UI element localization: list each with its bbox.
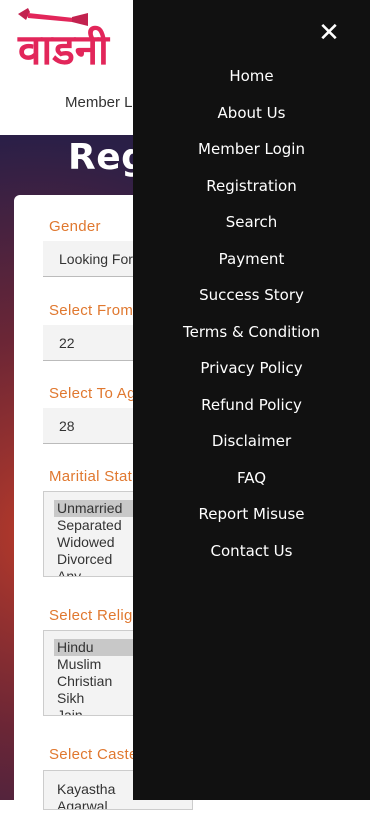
caste-label: Select Caste — [49, 746, 138, 763]
nav-item-payment[interactable]: Payment — [133, 250, 370, 268]
nav-item-faq[interactable]: FAQ — [133, 469, 370, 487]
nav-item-terms[interactable]: Terms & Condition — [133, 323, 370, 341]
gender-label: Gender — [49, 218, 101, 235]
nav-item-report-misuse[interactable]: Report Misuse — [133, 505, 370, 523]
nav-item-registration[interactable]: Registration — [133, 177, 370, 195]
site-logo[interactable]: वाडनी — [14, 4, 144, 76]
nav-item-disclaimer[interactable]: Disclaimer — [133, 432, 370, 450]
shehnai-icon — [18, 8, 88, 26]
close-icon[interactable]: ✕ — [316, 20, 342, 46]
nav-item-about-us[interactable]: About Us — [133, 104, 370, 122]
nav-item-search[interactable]: Search — [133, 213, 370, 231]
nav-item-home[interactable]: Home — [133, 67, 370, 85]
logo-text: वाडनी — [17, 25, 111, 74]
nav-item-member-login[interactable]: Member Login — [133, 140, 370, 158]
marital-status-label: Maritial Stat — [49, 468, 133, 485]
member-login-link[interactable]: Member L — [65, 94, 133, 111]
from-age-label: Select From — [49, 302, 134, 319]
to-age-label: Select To Ag — [49, 385, 136, 402]
nav-item-refund-policy[interactable]: Refund Policy — [133, 396, 370, 414]
religion-label: Select Relig — [49, 607, 133, 624]
nav-item-success-story[interactable]: Success Story — [133, 286, 370, 304]
nav-item-contact-us[interactable]: Contact Us — [133, 542, 370, 560]
nav-item-privacy-policy[interactable]: Privacy Policy — [133, 359, 370, 377]
